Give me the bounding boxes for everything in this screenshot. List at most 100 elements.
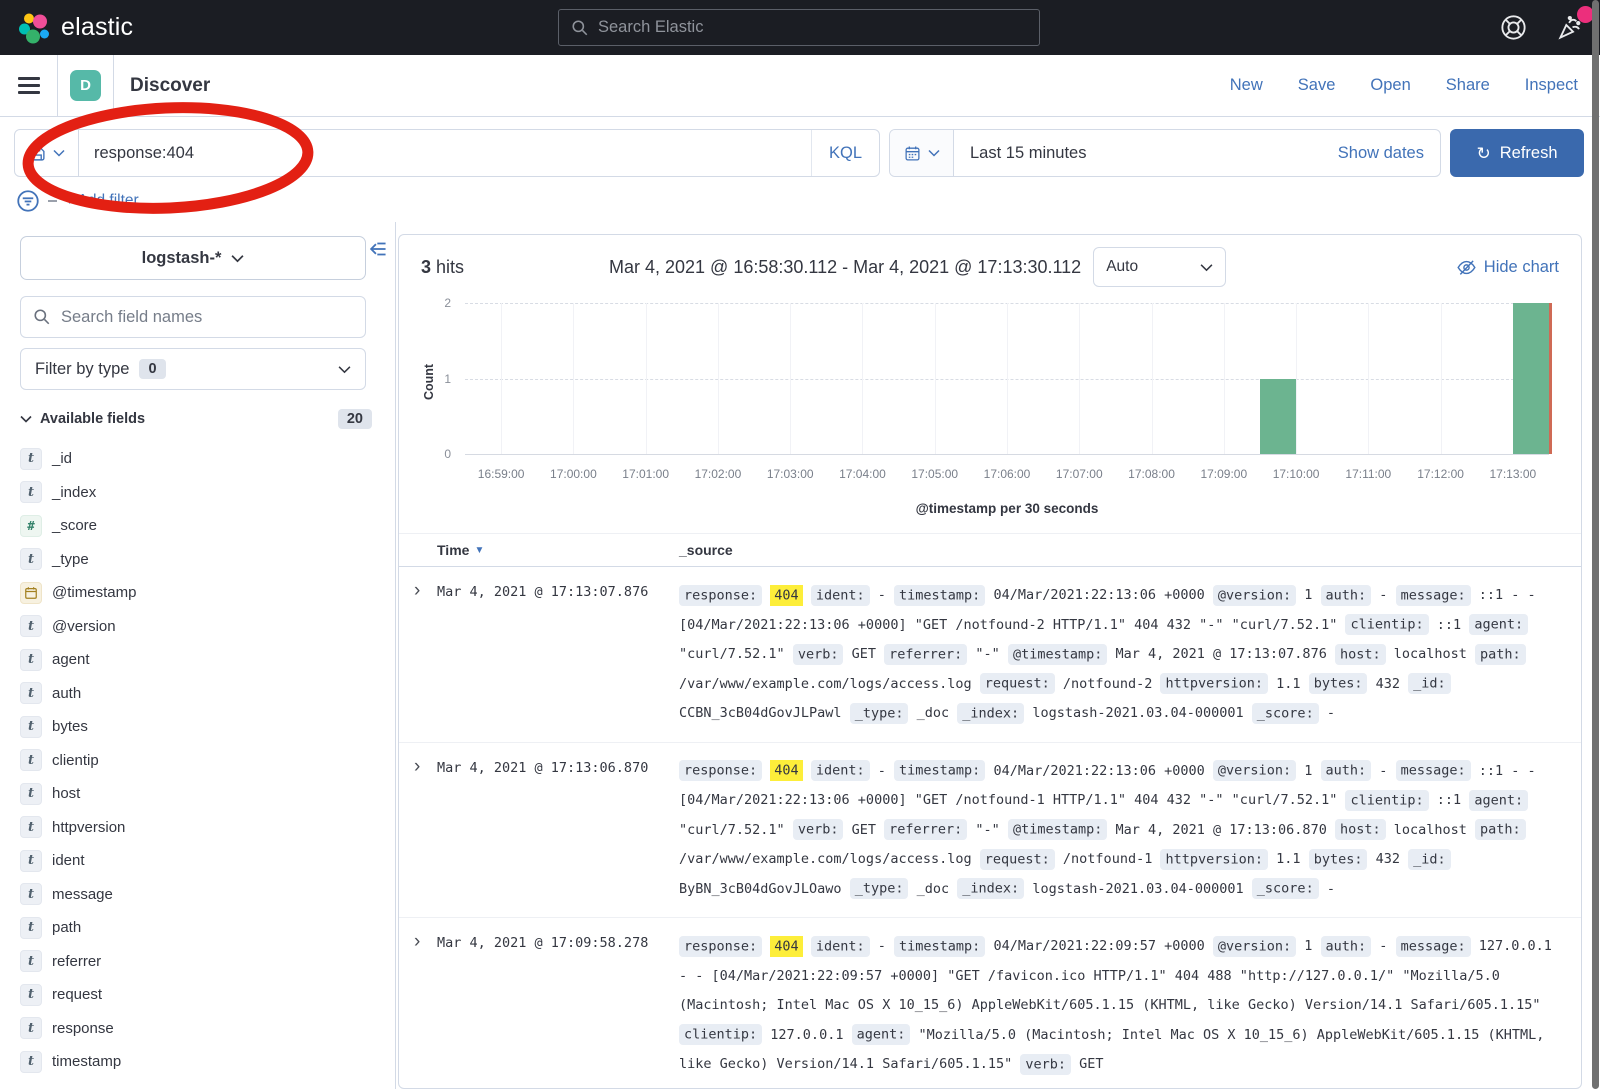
field-name: bytes [52, 718, 88, 735]
show-dates-button[interactable]: Show dates [1338, 144, 1440, 163]
highlighted-value: 404 [770, 760, 802, 781]
histogram-bar[interactable] [1513, 303, 1549, 454]
refresh-icon: ↻ [1476, 145, 1490, 162]
field-item-message[interactable]: tmessage [20, 878, 395, 912]
x-tick: 17:04:00 [839, 467, 886, 481]
field-item-type[interactable]: t_type [20, 543, 395, 577]
field-item-httpversion[interactable]: thttpversion [20, 811, 395, 845]
row-source: response: 404 ident: - timestamp: 04/Mar… [679, 581, 1581, 729]
add-filter-button[interactable]: + Add filter [65, 192, 139, 210]
menu-hamburger-icon[interactable] [0, 55, 58, 116]
text-type-icon: t [20, 481, 42, 503]
index-pattern-selector[interactable]: logstash-* [20, 236, 366, 280]
field-item-bytes[interactable]: tbytes [20, 710, 395, 744]
app-badge[interactable]: D [70, 70, 101, 101]
date-type-icon [20, 582, 42, 604]
query-language-button[interactable]: KQL [811, 130, 879, 176]
source-value: GET [1079, 1056, 1103, 1072]
field-item-index[interactable]: t_index [20, 476, 395, 510]
filter-divider [48, 200, 57, 202]
row-timestamp: Mar 4, 2021 @ 17:13:06.870 [437, 757, 679, 905]
field-name: @timestamp [52, 584, 136, 601]
time-column-header[interactable]: Time▼ [437, 542, 679, 558]
source-value: - [1379, 587, 1387, 603]
field-item-request[interactable]: trequest [20, 978, 395, 1012]
source-value: logstash-2021.03.04-000001 [1032, 881, 1243, 897]
field-search-input[interactable]: Search field names [20, 296, 366, 338]
source-field-badge: referrer: [884, 644, 967, 665]
date-picker-calendar-button[interactable] [890, 130, 954, 176]
field-item-timestamp[interactable]: ttimestamp [20, 1045, 395, 1079]
x-tick: 17:13:00 [1490, 467, 1537, 481]
x-tick: 16:59:00 [478, 467, 525, 481]
news-party-popper-icon[interactable] [1557, 14, 1584, 41]
gridline [1441, 303, 1442, 454]
source-value: 1 [1304, 938, 1312, 954]
source-value: 1.1 [1276, 676, 1300, 692]
elastic-logo[interactable]: elastic [16, 10, 133, 46]
field-item-clientip[interactable]: tclientip [20, 744, 395, 778]
sort-desc-icon[interactable]: ▼ [474, 545, 484, 556]
time-range-value[interactable]: Last 15 minutes [954, 144, 1338, 163]
save-button[interactable]: Save [1298, 76, 1336, 95]
source-field-badge: @version: [1213, 936, 1296, 957]
field-name: _score [52, 517, 97, 534]
x-tick: 17:02:00 [695, 467, 742, 481]
discover-results: 3 hits Mar 4, 2021 @ 16:58:30.112 - Mar … [396, 222, 1600, 1089]
gridline [1079, 303, 1080, 454]
field-item-agent[interactable]: tagent [20, 643, 395, 677]
source-field-badge: auth: [1321, 936, 1372, 957]
expand-row-icon[interactable]: › [399, 581, 437, 729]
source-field-badge: _index: [957, 703, 1024, 724]
refresh-button[interactable]: ↻ Refresh [1450, 129, 1584, 177]
filter-by-type-select[interactable]: Filter by type 0 [20, 348, 366, 390]
source-field-badge: message: [1396, 936, 1471, 957]
field-item-response[interactable]: tresponse [20, 1012, 395, 1046]
help-icon[interactable] [1500, 14, 1527, 41]
inspect-button[interactable]: Inspect [1525, 76, 1578, 95]
field-item-id[interactable]: t_id [20, 442, 395, 476]
page-scrollbar[interactable] [1592, 0, 1599, 1089]
field-item-version[interactable]: t@version [20, 610, 395, 644]
expand-row-icon[interactable]: › [399, 932, 437, 1080]
source-field-badge: response: [679, 936, 762, 957]
source-value: 432 [1376, 676, 1400, 692]
source-value: _doc [917, 881, 950, 897]
x-tick: 17:09:00 [1200, 467, 1247, 481]
x-axis-ticks: 16:59:0017:00:0017:01:0017:02:0017:03:00… [465, 467, 1549, 483]
available-fields-header[interactable]: Available fields 20 [20, 409, 372, 429]
y-axis-label: Count [422, 364, 436, 400]
histogram-bar[interactable] [1260, 379, 1296, 455]
source-field-badge: host: [1335, 644, 1386, 665]
source-field-badge: _type: [850, 878, 909, 899]
histogram-chart[interactable]: Count 2 1 0 16:59:0017:00:0017:01:0017:0… [413, 297, 1565, 525]
field-item-ident[interactable]: tident [20, 844, 395, 878]
interval-select[interactable]: Auto [1093, 247, 1226, 287]
field-item-path[interactable]: tpath [20, 911, 395, 945]
expand-row-icon[interactable]: › [399, 757, 437, 905]
field-item-score[interactable]: #_score [20, 509, 395, 543]
open-button[interactable]: Open [1370, 76, 1410, 95]
source-value: - [1379, 938, 1387, 954]
field-item-timestamp[interactable]: @timestamp [20, 576, 395, 610]
hide-chart-button[interactable]: Hide chart [1457, 258, 1565, 277]
source-value: 04/Mar/2021:22:13:06 +0000 [993, 587, 1204, 603]
source-value: /var/www/example.com/logs/access.log [679, 851, 972, 867]
nav-actions: New Save Open Share Inspect [1230, 76, 1600, 95]
share-button[interactable]: Share [1446, 76, 1490, 95]
text-type-icon: t [20, 1051, 42, 1073]
source-value: 1 [1304, 763, 1312, 779]
source-field-badge: response: [679, 585, 762, 606]
global-search-input[interactable]: Search Elastic [558, 9, 1040, 46]
new-button[interactable]: New [1230, 76, 1263, 95]
collapse-sidebar-icon[interactable] [367, 238, 389, 265]
field-item-host[interactable]: thost [20, 777, 395, 811]
field-item-referrer[interactable]: treferrer [20, 945, 395, 979]
x-tick: 17:00:00 [550, 467, 597, 481]
query-text[interactable]: response:404 [79, 144, 811, 163]
filter-icon[interactable] [16, 189, 40, 213]
kql-query-input[interactable]: response:404 KQL [14, 129, 880, 177]
saved-query-menu-button[interactable] [15, 130, 79, 176]
chart-time-range: Mar 4, 2021 @ 16:58:30.112 - Mar 4, 2021… [609, 257, 1081, 278]
field-item-auth[interactable]: tauth [20, 677, 395, 711]
